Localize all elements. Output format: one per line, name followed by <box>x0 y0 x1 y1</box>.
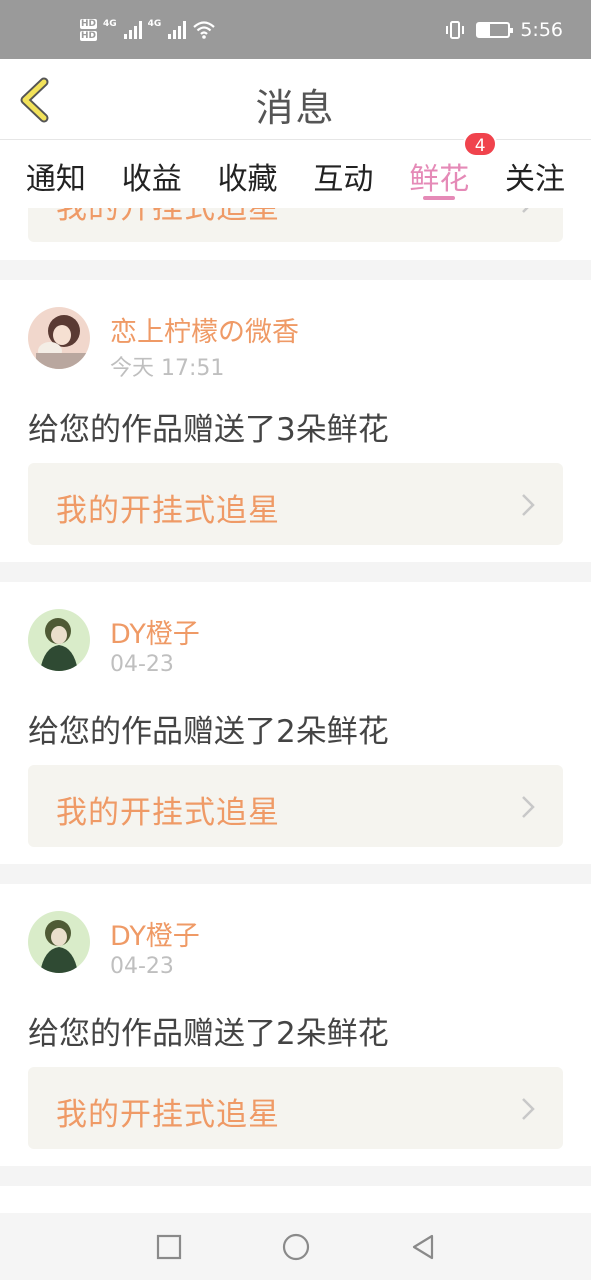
message-text: 给您的作品赠送了3朵鲜花 <box>28 412 389 448</box>
username[interactable]: 恋上柠檬の微香 <box>110 310 299 349</box>
system-nav-bar <box>0 1213 591 1280</box>
chevron-right-icon <box>522 1098 535 1120</box>
hd-label-1: HD <box>80 18 98 29</box>
work-link[interactable]: 我的开挂式追星 <box>28 1067 563 1149</box>
message-text: 给您的作品赠送了2朵鲜花 <box>28 714 389 750</box>
list-item: DY橙子 04-23 给您的作品赠送了2朵鲜花 我的开挂式追星 <box>0 884 591 1166</box>
tab-label: 收益 <box>121 162 182 197</box>
avatar[interactable] <box>28 307 90 369</box>
tab-flowers[interactable]: 鲜花 4 <box>409 131 498 208</box>
page-title: 消息 <box>255 86 336 130</box>
circle-icon[interactable] <box>282 1233 310 1261</box>
square-icon[interactable] <box>156 1234 182 1260</box>
avatar-image <box>28 911 90 973</box>
timestamp: 04-23 <box>110 652 174 677</box>
battery-level <box>478 23 491 36</box>
status-bar: HD HD 4G 4G 5:56 <box>0 0 591 59</box>
tab-label: 鲜花 <box>409 162 470 197</box>
tab-earnings[interactable]: 收益 <box>122 140 182 208</box>
username[interactable]: DY橙子 <box>110 914 200 953</box>
wifi-icon <box>193 20 216 39</box>
tab-bar: 通知 收益 收藏 互动 鲜花 4 关注 <box>0 131 591 208</box>
timestamp: 04-23 <box>110 954 174 979</box>
list-item: DY橙子 04-23 给您的作品赠送了2朵鲜花 我的开挂式追星 <box>0 582 591 864</box>
top-bar: 消息 <box>0 59 591 140</box>
work-link-label: 我的开挂式追星 <box>56 1097 280 1133</box>
triangle-back-icon[interactable] <box>410 1233 436 1261</box>
active-tab-indicator <box>423 196 456 200</box>
vibrate-icon <box>446 20 465 39</box>
clock: 5:56 <box>520 18 563 41</box>
tab-label: 关注 <box>505 162 566 197</box>
battery-icon <box>476 21 514 38</box>
avatar[interactable] <box>28 609 90 671</box>
chevron-right-icon <box>522 208 529 213</box>
hd-indicator: HD HD <box>80 18 98 41</box>
signal-icon <box>123 20 142 39</box>
status-right: 5:56 <box>444 19 563 41</box>
tab-notifications[interactable]: 通知 <box>26 140 86 208</box>
tab-label: 互动 <box>313 162 374 197</box>
work-link[interactable]: 我的开挂式追星 <box>28 463 563 545</box>
network-label-1: 4G <box>103 18 117 29</box>
username[interactable]: DY橙子 <box>110 612 200 651</box>
chevron-right-icon <box>522 494 535 516</box>
tab-following[interactable]: 关注 <box>505 140 565 208</box>
timestamp: 今天 17:51 <box>110 356 225 381</box>
avatar[interactable] <box>28 911 90 973</box>
message-list[interactable]: 我的开挂式追星 恋上柠檬の微香 今天 17:51 给您的作品赠送了3朵鲜花 我的… <box>0 208 591 1213</box>
unread-badge: 4 <box>463 131 498 157</box>
signal-icon-2 <box>168 20 187 39</box>
chevron-right-icon <box>522 796 535 818</box>
work-link[interactable]: 我的开挂式追星 <box>28 765 563 847</box>
tab-favorites[interactable]: 收藏 <box>218 140 278 208</box>
list-item: 我的开挂式追星 <box>0 208 591 260</box>
message-text: 给您的作品赠送了2朵鲜花 <box>28 1016 389 1052</box>
work-link[interactable]: 我的开挂式追星 <box>28 208 563 242</box>
work-link-label: 我的开挂式追星 <box>56 493 280 529</box>
avatar-image <box>28 609 90 671</box>
work-link-label: 我的开挂式追星 <box>56 795 280 831</box>
list-item: 恋上柠檬の微香 今天 17:51 给您的作品赠送了3朵鲜花 我的开挂式追星 <box>0 280 591 562</box>
tab-label: 通知 <box>25 162 86 197</box>
work-link-label: 我的开挂式追星 <box>56 208 280 226</box>
tab-interactions[interactable]: 互动 <box>313 140 373 208</box>
list-item <box>0 1186 591 1213</box>
hd-label-2: HD <box>80 30 98 41</box>
tab-label: 收藏 <box>217 162 278 197</box>
status-left: HD HD 4G 4G <box>80 18 216 41</box>
network-label-2: 4G <box>147 18 162 29</box>
avatar-image <box>28 307 90 369</box>
